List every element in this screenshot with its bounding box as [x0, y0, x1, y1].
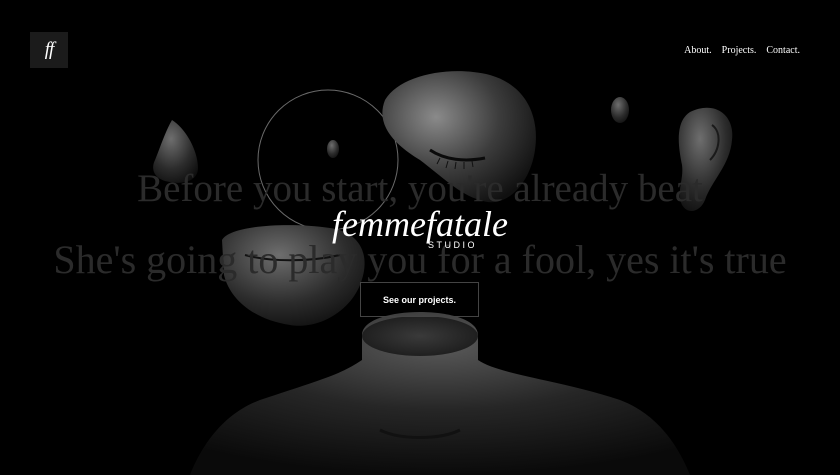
nav-about[interactable]: About.: [684, 45, 712, 56]
brand-subtitle: STUDIO: [428, 240, 478, 250]
hero-stage: ff About. Projects. Contact. Before you …: [0, 0, 840, 475]
floating-drop-2: [611, 97, 629, 123]
brand-wordmark: femmefatale: [332, 204, 508, 244]
logo[interactable]: ff: [30, 32, 68, 68]
neck-cut: [362, 316, 478, 356]
nav-projects[interactable]: Projects.: [722, 45, 757, 56]
see-projects-button[interactable]: See our projects.: [360, 282, 479, 317]
nav-contact[interactable]: Contact.: [766, 45, 800, 56]
floating-drop-1: [327, 140, 339, 158]
main-nav: About. Projects. Contact.: [684, 45, 800, 56]
